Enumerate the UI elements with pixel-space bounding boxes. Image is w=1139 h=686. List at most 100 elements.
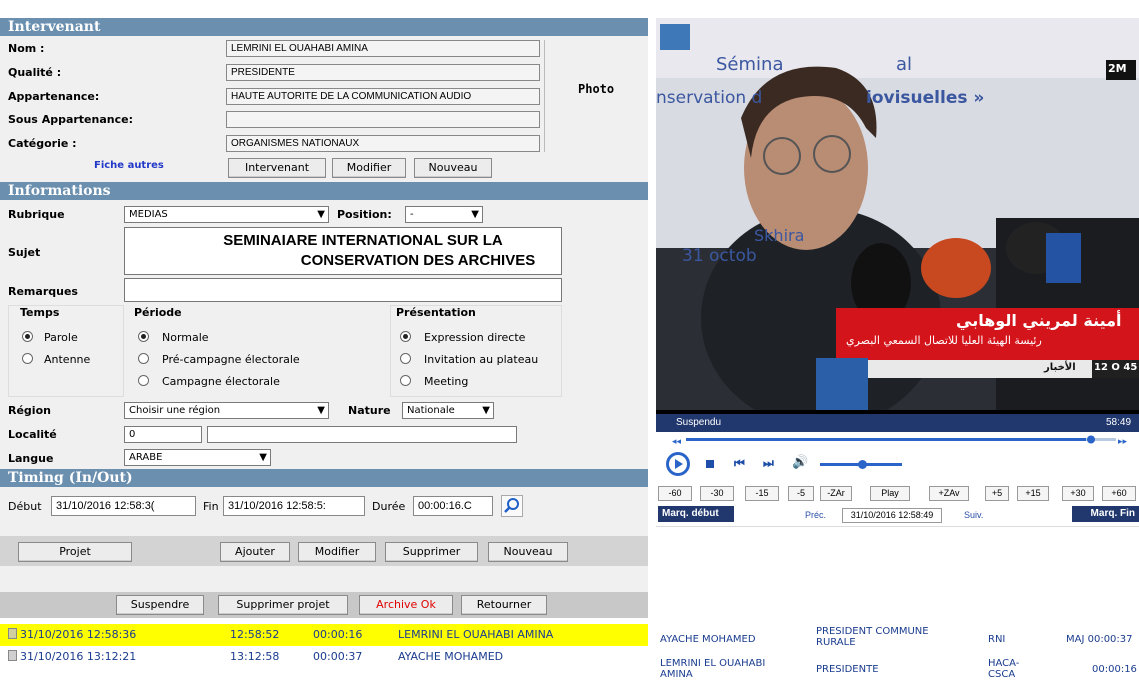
jump-minus5-button[interactable]: -5 xyxy=(788,486,814,501)
periode-precampagne-radio[interactable] xyxy=(138,353,149,364)
right-list-item[interactable]: LEMRINI EL OUAHABI AMINA PRESIDENTE HACA… xyxy=(656,654,1139,686)
video-player[interactable]: Sémina al nservation d iovisuelles » Skh… xyxy=(656,18,1139,414)
document-icon xyxy=(8,628,17,639)
jump-plus15-button[interactable]: +15 xyxy=(1017,486,1049,501)
right-row-role: PRESIDENTE xyxy=(816,664,879,675)
langue-select[interactable]: ARABE ▼ xyxy=(124,449,271,466)
pres-meeting-label: Meeting xyxy=(424,375,469,388)
svg-text:◂◂: ◂◂ xyxy=(672,437,682,447)
periode-normale-radio[interactable] xyxy=(138,331,149,342)
sujet-line2: CONSERVATION DES ARCHIVES xyxy=(300,252,536,269)
appartenance-field[interactable]: HAUTE AUTORITE DE LA COMMUNICATION AUDIO xyxy=(226,88,540,105)
right-row-org: RNI xyxy=(988,634,1006,645)
volume-slider[interactable] xyxy=(820,460,902,469)
suiv-link[interactable]: Suiv. xyxy=(964,510,983,520)
next-icon[interactable]: ⏭ xyxy=(763,456,774,471)
right-gap xyxy=(656,526,1139,618)
pres-expression-label: Expression directe xyxy=(424,331,526,344)
projet-button[interactable]: Projet xyxy=(18,542,132,562)
volume-icon[interactable]: 🔊 xyxy=(792,455,808,470)
debut-field[interactable]: 31/10/2016 12:58:3( xyxy=(51,496,196,516)
player-controls: ◂◂ ▸▸ xyxy=(656,432,1139,482)
appartenance-label: Appartenance: xyxy=(8,90,100,103)
stop-icon[interactable] xyxy=(706,460,714,468)
region-label: Région xyxy=(8,404,51,417)
zoom-arriere-button[interactable]: -ZAr xyxy=(820,486,852,501)
jump-minus30-button[interactable]: -30 xyxy=(700,486,734,501)
remarques-field[interactable] xyxy=(124,278,562,302)
position-select[interactable]: - ▼ xyxy=(405,206,483,223)
zoom-avant-button[interactable]: +ZAv xyxy=(929,486,969,501)
pres-meeting-radio[interactable] xyxy=(400,375,411,386)
position-value: - xyxy=(410,209,414,220)
rubrique-label: Rubrique xyxy=(8,208,65,221)
right-row-role: PRESIDENT COMMUNE RURALE xyxy=(816,626,929,648)
right-row-name: LEMRINI EL OUAHABI AMINA xyxy=(660,658,766,680)
pres-expression-radio[interactable] xyxy=(400,331,411,342)
right-list-item[interactable]: AYACHE MOHAMED PRESIDENT COMMUNE RURALE … xyxy=(656,622,1139,654)
fin-field[interactable]: 31/10/2016 12:58:5: xyxy=(223,496,365,516)
row-name: AYACHE MOHAMED xyxy=(398,650,504,663)
intervenant-button[interactable]: Intervenant xyxy=(228,158,326,178)
search-icon[interactable] xyxy=(501,495,523,517)
play-text-button[interactable]: Play xyxy=(870,486,910,501)
temps-antenne-radio[interactable] xyxy=(22,353,33,364)
remarques-label: Remarques xyxy=(8,285,78,298)
archive-ok-button[interactable]: Archive Ok xyxy=(359,595,453,615)
periode-label: Période xyxy=(134,306,182,319)
jump-plus30-button[interactable]: +30 xyxy=(1062,486,1094,501)
localite-code-field[interactable]: 0 xyxy=(124,426,202,443)
rubrique-select[interactable]: MEDIAS ▼ xyxy=(124,206,329,223)
list-item[interactable]: 31/10/2016 12:58:36 12:58:52 00:00:16 LE… xyxy=(0,624,648,646)
player-status-bar: Suspendu 58:49 xyxy=(656,414,1139,432)
marq-fin-button[interactable]: Marq. Fin xyxy=(1072,506,1139,522)
chevron-down-icon: ▼ xyxy=(317,209,325,220)
localite-name-field[interactable] xyxy=(207,426,517,443)
duree-field[interactable]: 00:00:16.C xyxy=(413,496,493,516)
region-select[interactable]: Choisir une région ▼ xyxy=(124,402,329,419)
sujet-line1: SEMINAIARE INTERNATIONAL SUR LA xyxy=(223,232,503,249)
chevron-down-icon: ▼ xyxy=(482,405,490,416)
nouveau-intervenant-button[interactable]: Nouveau xyxy=(414,158,492,178)
nature-select[interactable]: Nationale ▼ xyxy=(402,402,494,419)
qualite-field[interactable]: PRESIDENTE xyxy=(226,64,540,81)
supprimer-projet-button[interactable]: Supprimer projet xyxy=(218,595,348,615)
retourner-button[interactable]: Retourner xyxy=(461,595,547,615)
video-frame xyxy=(656,18,1139,414)
play-button[interactable] xyxy=(666,452,690,476)
jump-minus15-button[interactable]: -15 xyxy=(745,486,779,501)
volume-knob[interactable] xyxy=(858,460,867,469)
periode-campagne-radio[interactable] xyxy=(138,375,149,386)
caption-name: أمينة لمريني الوهابي xyxy=(956,311,1122,330)
seminar-text-2: al xyxy=(896,54,913,75)
modifier-button[interactable]: Modifier xyxy=(298,542,376,562)
nom-field[interactable]: LEMRINI EL OUAHABI AMINA xyxy=(226,40,540,57)
prev-icon[interactable]: ⏮ xyxy=(734,456,745,471)
pres-invitation-radio[interactable] xyxy=(400,353,411,364)
temps-parole-radio[interactable] xyxy=(22,331,33,342)
current-time-field[interactable]: 31/10/2016 12:58:49 xyxy=(842,508,942,523)
temps-antenne-label: Antenne xyxy=(44,353,91,366)
seminar-text: Sémina xyxy=(716,54,784,75)
list-item[interactable]: 31/10/2016 13:12:21 13:12:58 00:00:37 AY… xyxy=(0,646,648,668)
jump-minus60-button[interactable]: -60 xyxy=(658,486,692,501)
nouveau-button[interactable]: Nouveau xyxy=(488,542,568,562)
fiche-autres-link[interactable]: Fiche autres xyxy=(94,160,164,171)
sujet-field[interactable]: SEMINAIARE INTERNATIONAL SUR LA CONSERVA… xyxy=(124,227,562,275)
chevron-down-icon: ▼ xyxy=(471,209,479,220)
supprimer-button[interactable]: Supprimer xyxy=(385,542,478,562)
informations-header: Informations xyxy=(0,182,648,200)
marq-debut-button[interactable]: Marq. début xyxy=(658,506,734,522)
prec-link[interactable]: Préc. xyxy=(805,510,826,520)
jump-plus60-button[interactable]: +60 xyxy=(1102,486,1136,501)
periode-normale-label: Normale xyxy=(162,331,209,344)
row-date: 31/10/2016 13:12:21 xyxy=(20,650,137,663)
suspendre-button[interactable]: Suspendre xyxy=(116,595,204,615)
sous-appartenance-field[interactable] xyxy=(226,111,540,128)
jump-plus5-button[interactable]: +5 xyxy=(985,486,1009,501)
modifier-intervenant-button[interactable]: Modifier xyxy=(332,158,406,178)
categorie-field[interactable]: ORGANISMES NATIONAUX xyxy=(226,135,540,152)
ajouter-button[interactable]: Ajouter xyxy=(220,542,290,562)
rubrique-value: MEDIAS xyxy=(129,209,168,220)
localite-label: Localité xyxy=(8,428,57,441)
